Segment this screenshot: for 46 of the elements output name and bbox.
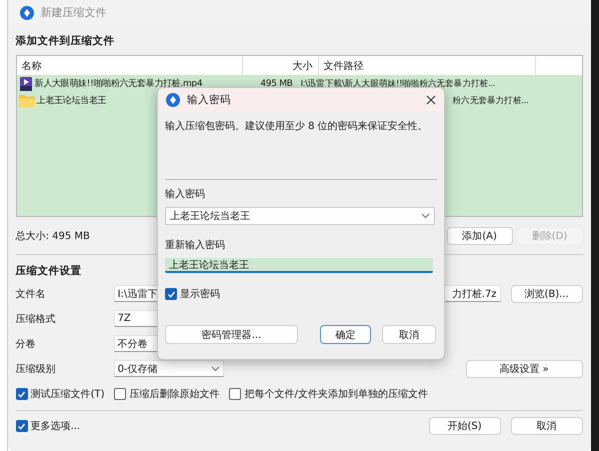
- dialog-title: 输入密码: [187, 92, 231, 106]
- password-field[interactable]: 上老王论坛当老王: [165, 207, 435, 225]
- chevron-down-icon: [421, 213, 430, 219]
- column-header[interactable]: 文件路径: [318, 56, 536, 75]
- dialog-button[interactable]: 取消: [382, 325, 436, 344]
- option-checkbox[interactable]: 压缩后删除原始文件: [114, 387, 220, 401]
- password-label: 重新输入密码: [165, 238, 226, 252]
- checkmark-icon: [17, 422, 26, 430]
- file-name[interactable]: 新人大眼萌妹!!啪啪粉六无套暴力打桩.mp4: [34, 77, 202, 90]
- browse-button[interactable]: 浏览(B)...: [510, 284, 583, 302]
- total-size: 总大小: 495 MB: [16, 230, 90, 243]
- dialog-button[interactable]: 密码管理器...: [165, 325, 298, 344]
- field-label: 压缩格式: [16, 312, 57, 326]
- more-options-checkbox[interactable]: 更多选项...: [16, 419, 80, 433]
- footer-button[interactable]: 开始(S): [428, 417, 501, 435]
- section-heading: 添加文件到压缩文件: [16, 34, 115, 48]
- field-label: 压缩级别: [16, 362, 57, 376]
- footer-button[interactable]: 取消: [510, 417, 583, 435]
- list-button[interactable]: 添加(A): [446, 227, 513, 245]
- level-select[interactable]: 0-仅存储: [114, 360, 224, 377]
- app-icon: [20, 6, 34, 20]
- close-icon[interactable]: [426, 94, 436, 104]
- video-file-icon: [18, 76, 33, 90]
- file-name[interactable]: 上老王论坛当老王: [36, 94, 106, 107]
- chevron-down-icon: [210, 366, 220, 372]
- option-checkbox[interactable]: 测试压缩文件(T): [16, 387, 104, 401]
- option-checkbox[interactable]: 把每个文件/文件夹添加到单独的压缩文件: [229, 387, 428, 401]
- show-password-checkbox[interactable]: 显示密码: [165, 287, 437, 301]
- file-path: 粉六无套暴力打桩...: [452, 94, 528, 106]
- column-header[interactable]: 大小: [242, 56, 319, 75]
- field-label: 分卷: [16, 338, 37, 350]
- file-path: I:\迅雷下載\新人大眼萌妹!!啪啪粉六无套暴力打桩...: [300, 78, 495, 90]
- field-label: 文件名: [16, 288, 47, 300]
- dialog-button[interactable]: 确定: [320, 325, 371, 344]
- password-label: 输入密码: [165, 188, 206, 201]
- folder-icon: [18, 94, 35, 107]
- app-icon: [166, 92, 180, 106]
- confirm-password-field[interactable]: 上老王论坛当老王: [165, 258, 433, 273]
- advanced-settings-button[interactable]: 高级设置 »: [466, 360, 583, 378]
- section-heading: 压缩文件设置: [16, 264, 82, 278]
- dialog-message: 输入压缩包密码。建议使用至少 8 位的密码来保证安全性。: [165, 120, 429, 133]
- checkmark-icon: [166, 290, 176, 298]
- column-header[interactable]: 名称: [16, 56, 243, 75]
- checkmark-icon: [17, 390, 26, 398]
- window-title: 新建压缩文件: [40, 5, 107, 20]
- file-size: 495 MB: [260, 78, 293, 88]
